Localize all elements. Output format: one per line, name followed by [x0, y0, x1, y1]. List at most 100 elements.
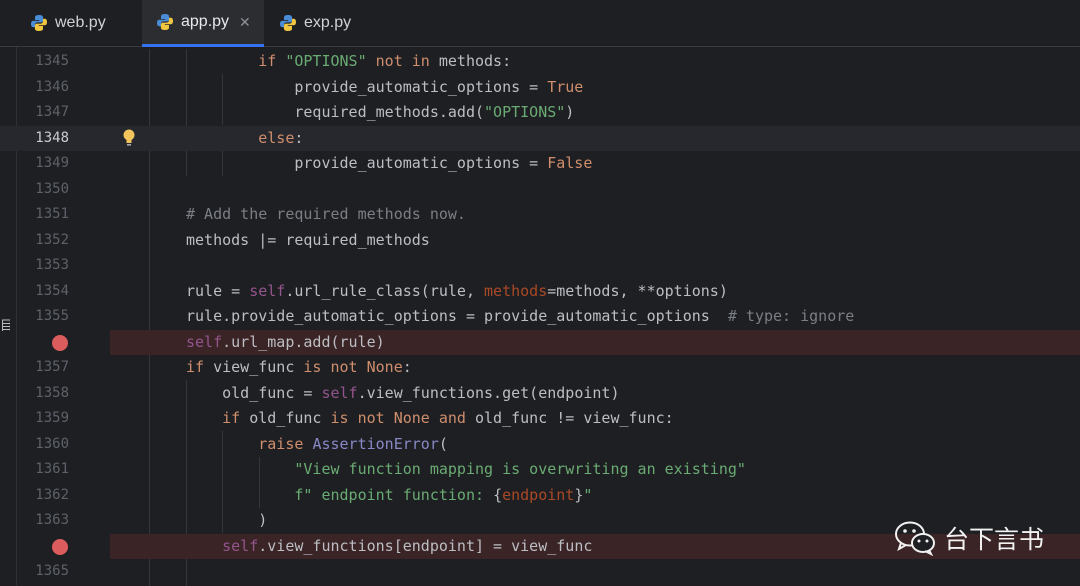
code-token: required_methods.add( [222, 103, 485, 121]
close-icon[interactable]: ✕ [239, 14, 251, 31]
code-text: rule.provide_automatic_options = provide… [186, 304, 854, 330]
code-token: raise [258, 434, 313, 453]
wechat-logo-icon [894, 521, 935, 556]
editor-tab-bar: web.py app.py ✕ exp.py [0, 0, 1080, 47]
breakpoint-icon[interactable] [52, 538, 68, 555]
code-token: =methods, **options) [547, 281, 728, 300]
code-text: else: [222, 126, 303, 152]
code-token: rule.provide_automatic_options = provide… [186, 307, 728, 325]
code-text: rule = self.url_rule_class(rule, methods… [186, 279, 728, 305]
code-token: rule = [186, 281, 250, 300]
code-token: endpoint [502, 485, 575, 504]
code-text: old_func = self.view_functions.get(endpo… [186, 381, 620, 407]
code-token: is not None and [330, 409, 475, 427]
code-text: f" endpoint function: {endpoint}" [186, 483, 592, 509]
line-number: 1365 [35, 563, 69, 579]
intention-bulb-icon[interactable] [122, 128, 136, 148]
code-text: if "OPTIONS" not in methods: [222, 49, 511, 75]
code-token: not in [375, 52, 430, 70]
code-text: if view_func is not None: [186, 355, 412, 381]
code-token: "OPTIONS" [285, 52, 367, 70]
code-token: .url_map.add(rule) [222, 332, 385, 351]
code-token: ( [438, 434, 448, 453]
tab-exp-py[interactable]: exp.py [279, 0, 389, 46]
line-number: 1360 [35, 435, 69, 452]
code-text: raise AssertionError( [186, 432, 448, 458]
code-text: required_methods.add("OPTIONS") [222, 100, 574, 126]
code-token: if [186, 358, 214, 376]
code-text: methods |= required_methods [186, 228, 430, 254]
line-number: 1351 [35, 206, 69, 222]
code-token: # Add the required methods now. [186, 205, 466, 223]
code-line[interactable] [0, 177, 1080, 203]
tab-label: app.py [181, 13, 230, 30]
code-token: methods [484, 281, 548, 300]
line-number: 1362 [35, 486, 69, 503]
code-text: # Add the required methods now. [186, 202, 466, 228]
code-text: provide_automatic_options = True [222, 75, 583, 101]
code-line[interactable] [0, 355, 1080, 381]
code-token: False [547, 154, 593, 172]
code-token: .view_functions.get(endpoint) [357, 383, 620, 402]
python-file-icon [280, 15, 296, 31]
code-token: provide_automatic_options = [222, 154, 548, 172]
code-line[interactable] [0, 253, 1080, 279]
code-token: view_func [213, 358, 304, 376]
code-text: "View function mapping is overwriting an… [186, 457, 746, 483]
code-token: old_func [249, 409, 331, 427]
code-line[interactable] [0, 432, 1080, 458]
line-number: 1354 [35, 282, 69, 299]
watermark-text: 台下言书 [943, 525, 1044, 554]
code-token: methods: [429, 52, 512, 70]
code-text: self.url_map.add(rule) [186, 330, 385, 356]
line-number: 1357 [35, 359, 69, 375]
code-text: provide_automatic_options = False [222, 151, 592, 177]
code-token: .view_functions[endpoint] = view_func [258, 536, 593, 555]
tab-label: web.py [55, 14, 106, 31]
code-token: methods |= required_methods [186, 230, 430, 249]
code-token: if [258, 52, 286, 70]
code-token: self [186, 332, 223, 351]
code-token: True [547, 77, 584, 96]
tab-label: exp.py [304, 14, 352, 31]
tab-web-py[interactable]: web.py [30, 0, 140, 46]
line-number: 1350 [35, 180, 69, 197]
code-token: " [583, 485, 593, 504]
code-token: .url_rule_class(rule, [285, 281, 485, 300]
code-token: old_func = [186, 383, 322, 402]
code-token: is not None [303, 358, 403, 376]
code-line[interactable] [0, 559, 1080, 585]
line-number: 1346 [35, 78, 69, 95]
code-line[interactable] [0, 49, 1080, 75]
code-token: provide_automatic_options = [222, 77, 548, 96]
code-token: "OPTIONS" [484, 103, 566, 121]
line-number: 1363 [35, 512, 69, 528]
line-number: 1348 [35, 129, 69, 146]
code-token: old_func != view_func: [475, 409, 674, 427]
code-token: else [258, 128, 295, 147]
code-line[interactable] [0, 228, 1080, 254]
line-number: 1361 [35, 461, 69, 477]
wechat-watermark: 台下言书 [894, 520, 1044, 556]
line-number: 1352 [35, 231, 69, 248]
code-text: if old_func is not None and old_func != … [186, 406, 674, 432]
breakpoint-icon[interactable] [52, 334, 68, 351]
line-number: 1347 [35, 104, 69, 120]
code-line[interactable] [0, 202, 1080, 228]
python-file-icon [157, 14, 173, 30]
tab-app-py[interactable]: app.py ✕ [142, 0, 264, 47]
code-token: self [249, 281, 286, 300]
line-number: 1345 [35, 53, 69, 69]
code-token: # type: ignore [727, 307, 855, 325]
code-token: "View function mapping is overwriting an… [294, 460, 746, 478]
line-number: 1359 [35, 410, 69, 426]
code-token: : [294, 128, 304, 147]
code-line[interactable] [0, 125, 1080, 151]
